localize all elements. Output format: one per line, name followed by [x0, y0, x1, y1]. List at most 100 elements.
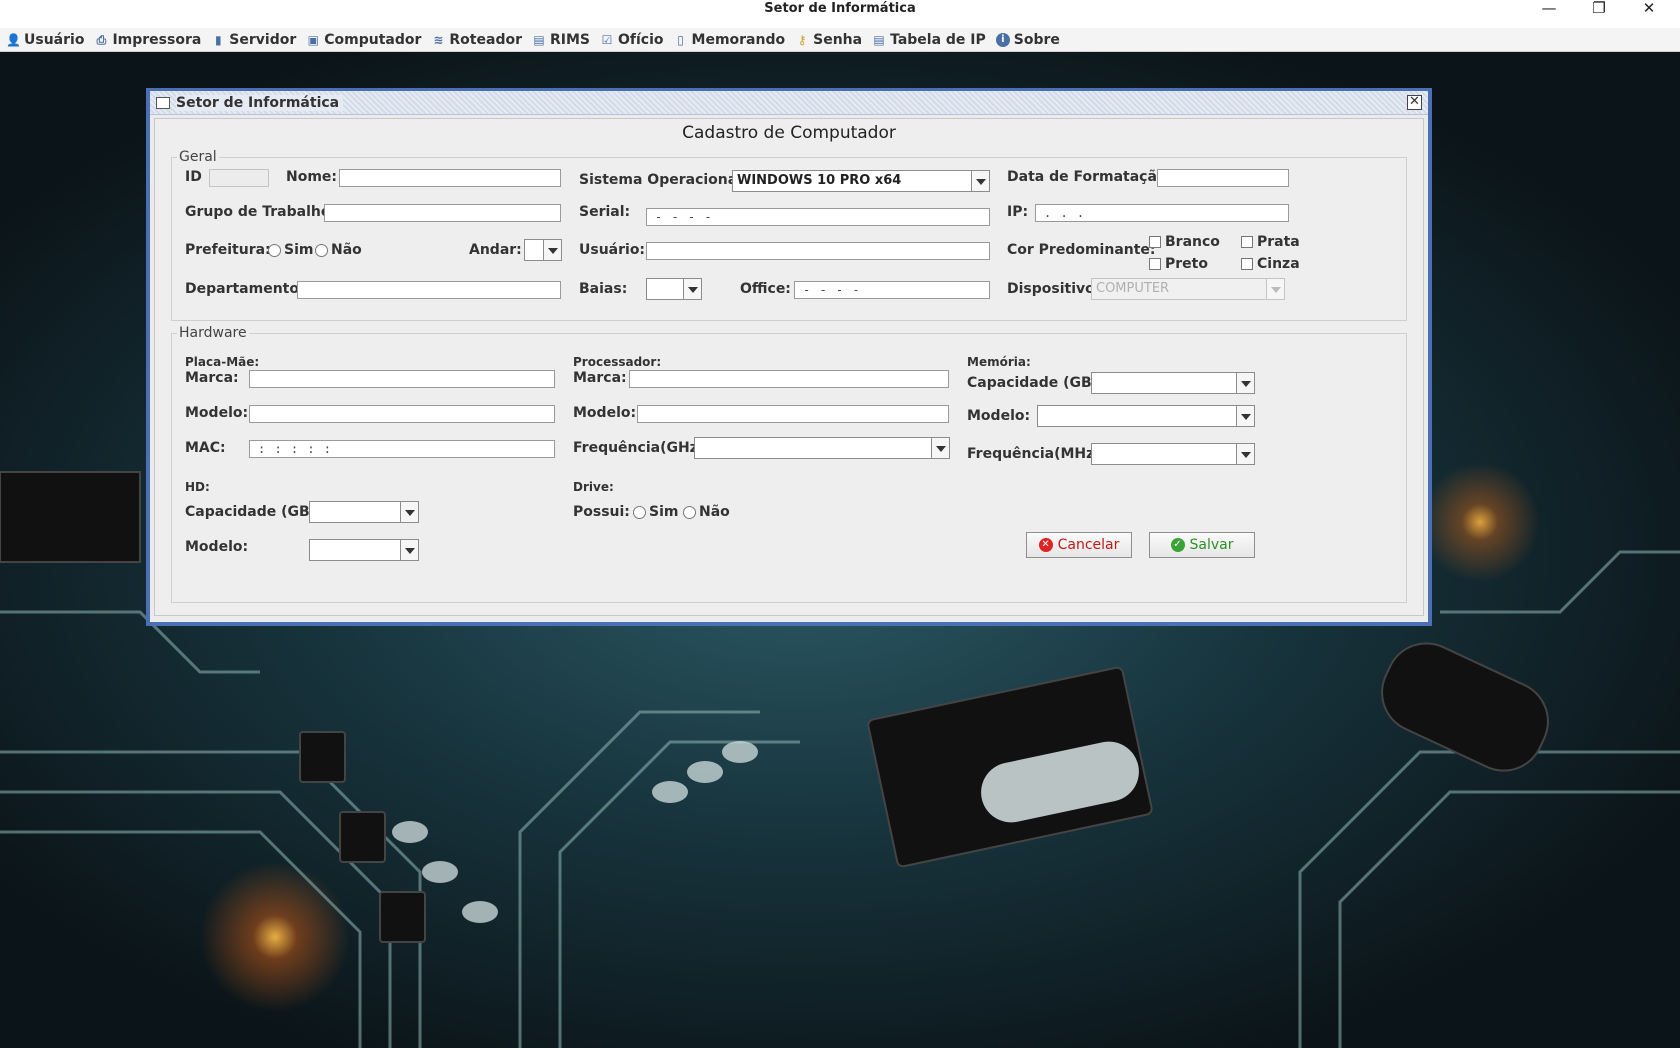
placa-mae-label: Placa-Mãe:: [185, 355, 260, 369]
cor-branco-label: Branco: [1165, 234, 1220, 250]
mem-modelo-select[interactable]: [1037, 405, 1255, 427]
check-icon: ✓: [1170, 538, 1185, 552]
menu-impressora[interactable]: ⎙ Impressora: [94, 32, 202, 48]
menu-senha[interactable]: ⚷ Senha: [795, 32, 862, 48]
menu-label: Tabela de IP: [890, 31, 986, 48]
ip-field[interactable]: . . .: [1035, 204, 1289, 222]
menu-label: Memorando: [691, 31, 786, 48]
proc-marca-label: Marca:: [573, 370, 627, 386]
id-field: [209, 169, 269, 187]
menu-label: Servidor: [229, 31, 297, 48]
menu-usuario[interactable]: 👤 Usuário: [6, 32, 84, 48]
menu-rims[interactable]: ▤ RIMS: [532, 32, 590, 48]
usuario-label: Usuário:: [579, 242, 646, 258]
cor-cinza-checkbox[interactable]: [1241, 258, 1253, 270]
data-formatacao-field[interactable]: [1157, 169, 1289, 187]
frame-close-button[interactable]: ✕: [1407, 95, 1422, 110]
menu-computador[interactable]: ▣ Computador: [306, 31, 422, 48]
mem-frequencia-select[interactable]: [1091, 443, 1255, 465]
andar-label: Andar:: [469, 242, 522, 258]
placa-marca-field[interactable]: [249, 370, 555, 388]
chevron-down-icon: [931, 438, 949, 458]
sistema-operacional-select[interactable]: WINDOWS 10 PRO x64: [732, 170, 990, 192]
departamento-field[interactable]: [297, 281, 561, 299]
proc-modelo-label: Modelo:: [573, 405, 637, 421]
proc-frequencia-label: Frequência(GHz): [573, 440, 705, 456]
save-button[interactable]: ✓ Salvar: [1149, 532, 1255, 558]
cor-cinza-label: Cinza: [1257, 256, 1300, 272]
cor-prata-checkbox[interactable]: [1241, 236, 1253, 248]
menu-oficio[interactable]: ☑ Ofício: [600, 32, 664, 48]
cor-preto-checkbox[interactable]: [1149, 258, 1161, 270]
menu-label: Usuário: [24, 31, 85, 48]
prefeitura-sim-radio[interactable]: [268, 244, 281, 257]
menu-tabela-ip[interactable]: ▤ Tabela de IP: [872, 31, 986, 48]
cor-predominante-label: Cor Predominante:: [1007, 242, 1156, 258]
menu-servidor[interactable]: ▮ Servidor: [211, 32, 296, 48]
prefeitura-label: Prefeitura:: [185, 242, 271, 258]
chevron-down-icon: [543, 240, 561, 260]
prefeitura-nao-label: Não: [331, 242, 362, 258]
menu-sobre[interactable]: i Sobre: [995, 32, 1060, 48]
drive-label: Drive:: [573, 480, 614, 494]
drive-nao-radio[interactable]: [683, 506, 696, 519]
sistema-operacional-value: WINDOWS 10 PRO x64: [737, 173, 902, 188]
serial-field[interactable]: - - - -: [646, 208, 990, 226]
departamento-label: Departamento:: [185, 281, 305, 297]
router-icon: ≋: [433, 32, 444, 47]
cor-preto-label: Preto: [1165, 256, 1208, 272]
form-content: Cadastro de Computador Geral ID Nome: Si…: [154, 118, 1424, 616]
cancel-button[interactable]: ✕ Cancelar: [1026, 532, 1132, 558]
close-button[interactable]: ✕: [1626, 0, 1672, 18]
proc-modelo-field[interactable]: [637, 405, 949, 423]
cor-branco-checkbox[interactable]: [1149, 236, 1161, 248]
printer-icon: ⎙: [96, 32, 107, 47]
proc-marca-field[interactable]: [629, 370, 949, 388]
drive-sim-label: Sim: [649, 504, 679, 520]
sistema-operacional-label: Sistema Operacional:: [579, 172, 748, 188]
minimize-button[interactable]: —: [1526, 0, 1572, 18]
dispositivo-value: COMPUTER: [1096, 281, 1170, 296]
mem-capacidade-select[interactable]: [1091, 372, 1255, 394]
hd-capacidade-select[interactable]: [309, 501, 419, 523]
chevron-down-icon: [400, 502, 418, 522]
prefeitura-nao-radio[interactable]: [315, 244, 328, 257]
mac-field[interactable]: : : : : :: [249, 440, 555, 458]
ip-label: IP:: [1007, 204, 1029, 220]
save-button-label: Salvar: [1189, 537, 1234, 553]
baias-select[interactable]: [646, 278, 702, 300]
dispositivo-label: Dispositivo: [1007, 281, 1095, 297]
key-icon: ⚷: [797, 32, 807, 47]
menu-label: Roteador: [449, 31, 522, 48]
window-title: Setor de Informática: [764, 1, 916, 16]
restore-button[interactable]: ❐: [1576, 0, 1622, 18]
hd-capacidade-label: Capacidade (GB):: [185, 504, 322, 520]
grupo-trabalho-field[interactable]: [324, 204, 561, 222]
baias-label: Baias:: [579, 281, 628, 297]
mac-label: MAC:: [185, 440, 226, 456]
andar-select[interactable]: [524, 239, 562, 261]
menu-label: RIMS: [549, 31, 590, 48]
table-icon: ▤: [533, 32, 545, 47]
office-label: Office:: [740, 281, 791, 297]
menu-roteador[interactable]: ≋ Roteador: [431, 32, 522, 48]
proc-frequencia-select[interactable]: [694, 437, 950, 459]
menu-memorando[interactable]: ▯ Memorando: [674, 31, 786, 48]
mem-frequencia-label: Frequência(MHz): [967, 446, 1101, 462]
menubar: 👤 Usuário ⎙ Impressora ▮ Servidor ▣ Computad…: [0, 28, 1680, 52]
menu-label: Computador: [324, 31, 422, 48]
form-heading: Cadastro de Computador: [682, 123, 896, 143]
drive-possui-label: Possui:: [573, 504, 630, 520]
grupo-trabalho-label: Grupo de Trabalho:: [185, 204, 337, 220]
dispositivo-select: COMPUTER: [1091, 278, 1285, 300]
hardware-legend: Hardware: [177, 325, 249, 341]
chevron-down-icon: [683, 279, 701, 299]
frame-titlebar[interactable]: Setor de Informática ✕: [150, 91, 1428, 115]
drive-sim-radio[interactable]: [633, 506, 646, 519]
usuario-field[interactable]: [646, 242, 990, 260]
placa-modelo-field[interactable]: [249, 405, 555, 423]
hd-modelo-select[interactable]: [309, 539, 419, 561]
menu-label: Senha: [813, 31, 863, 48]
nome-field[interactable]: [339, 169, 561, 187]
office-field[interactable]: - - - -: [794, 281, 990, 299]
